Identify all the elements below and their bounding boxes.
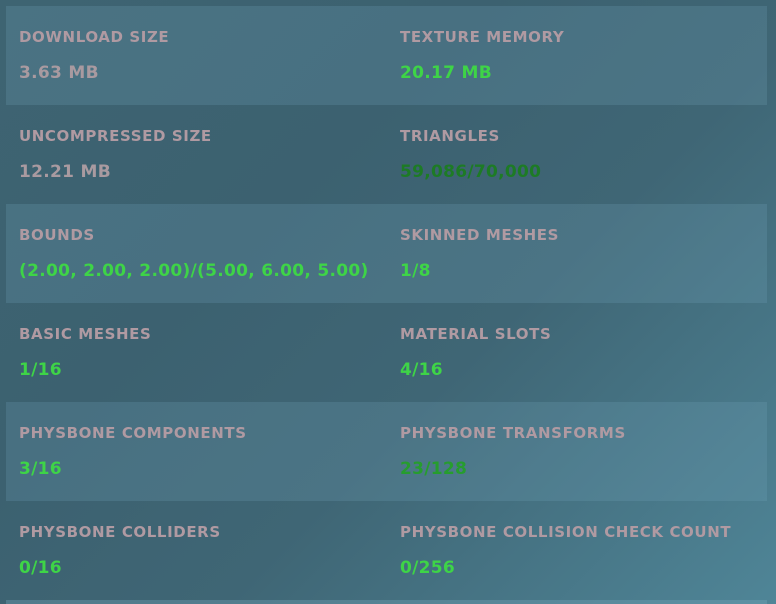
stat-value: 0/256	[400, 558, 456, 578]
stat-value: 1/16	[19, 360, 62, 380]
stat-label: PHYSBONE COLLIDERS	[19, 523, 221, 541]
stat-value: 20.17 MB	[400, 63, 492, 83]
stat-row: BOUNDS (2.00, 2.00, 2.00)/(5.00, 6.00, 5…	[6, 204, 767, 303]
stat-row: PHYSBONE COLLIDERS 0/16 PHYSBONE COLLISI…	[6, 501, 767, 600]
stat-row: BASIC MESHES 1/16 MATERIAL SLOTS 4/16	[6, 303, 767, 402]
stat-label: TEXTURE MEMORY	[400, 28, 565, 46]
stat-value: 3/16	[19, 459, 62, 479]
stat-value: (2.00, 2.00, 2.00)/(5.00, 6.00, 5.00)	[19, 261, 369, 281]
stat-value: 59,086/70,000	[400, 162, 542, 182]
stat-label: BASIC MESHES	[19, 325, 152, 343]
stat-label: MATERIAL SLOTS	[400, 325, 552, 343]
avatar-stats-panel: DOWNLOAD SIZE 3.63 MB TEXTURE MEMORY 20.…	[6, 6, 767, 600]
stat-row: PHYSBONE COMPONENTS 3/16 PHYSBONE TRANSF…	[6, 402, 767, 501]
stat-row: DOWNLOAD SIZE 3.63 MB TEXTURE MEMORY 20.…	[6, 6, 767, 105]
stat-value: 1/8	[400, 261, 431, 281]
stat-label: SKINNED MESHES	[400, 226, 560, 244]
stat-value: 12.21 MB	[19, 162, 111, 182]
stat-value: 0/16	[19, 558, 62, 578]
stat-label: PHYSBONE COMPONENTS	[19, 424, 247, 442]
stat-value: 23/128	[400, 459, 468, 479]
stat-label: PHYSBONE COLLISION CHECK COUNT	[400, 523, 732, 541]
stat-label: BOUNDS	[19, 226, 95, 244]
next-row-edge	[6, 600, 767, 604]
stat-value: 3.63 MB	[19, 63, 99, 83]
stat-label: TRIANGLES	[400, 127, 500, 145]
stat-label: PHYSBONE TRANSFORMS	[400, 424, 626, 442]
stat-row: UNCOMPRESSED SIZE 12.21 MB TRIANGLES 59,…	[6, 105, 767, 204]
stat-label: DOWNLOAD SIZE	[19, 28, 170, 46]
stat-value: 4/16	[400, 360, 443, 380]
stat-label: UNCOMPRESSED SIZE	[19, 127, 212, 145]
